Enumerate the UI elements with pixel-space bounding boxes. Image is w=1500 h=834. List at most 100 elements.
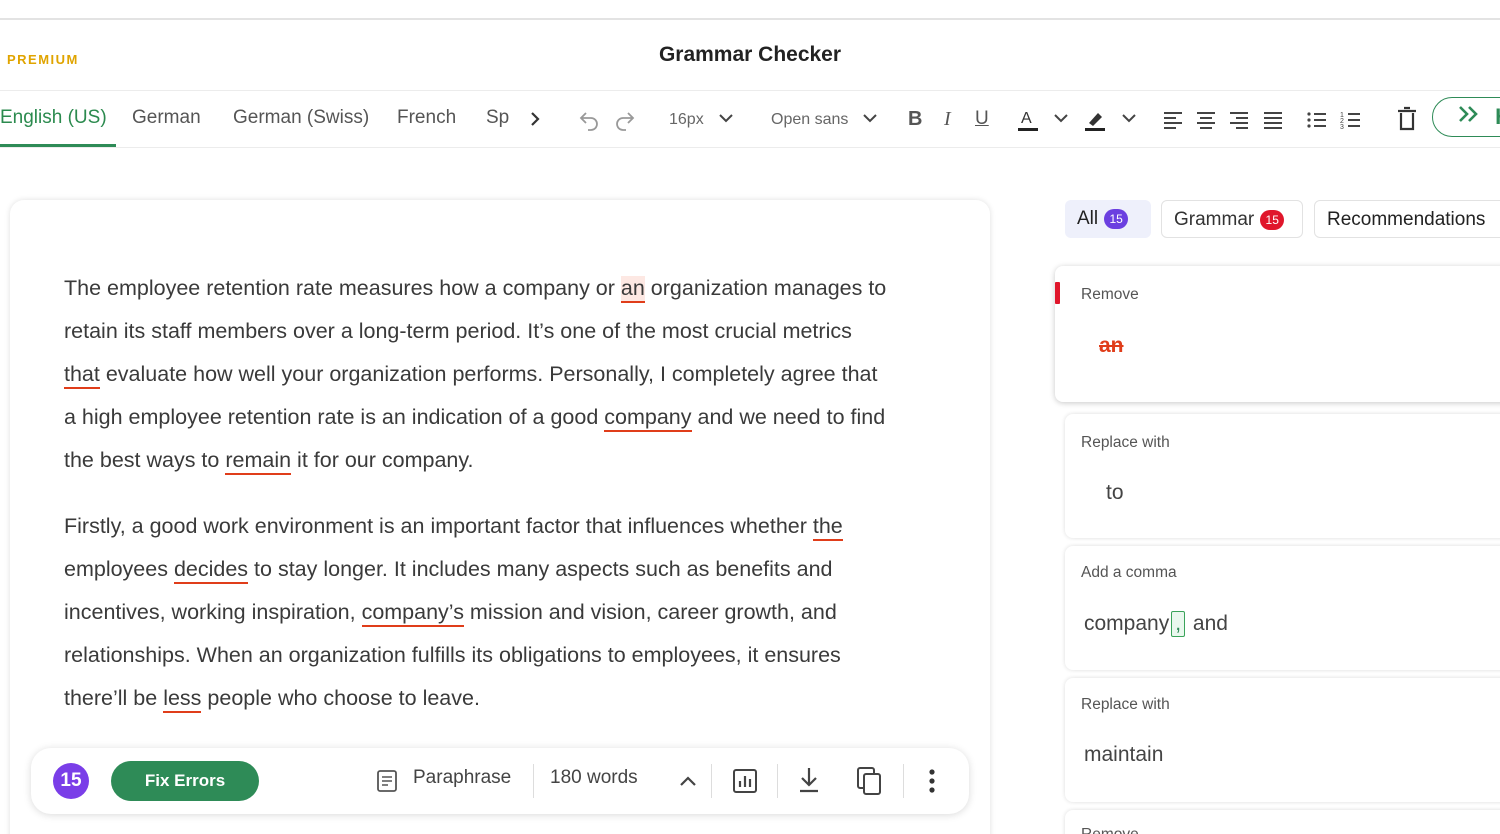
filter-grammar[interactable]: Grammar 15 — [1161, 200, 1303, 238]
text-segment: The employee retention rate measures how… — [64, 276, 621, 300]
text-segment: evaluate how well your organization perf… — [99, 362, 878, 386]
trash-icon[interactable] — [1396, 106, 1418, 132]
align-right-icon[interactable] — [1228, 110, 1250, 130]
text-segment: organization manages to — [644, 276, 887, 300]
text-segment: people who choose to leave. — [201, 686, 480, 710]
text-line[interactable]: the best ways to remain it for our compa… — [64, 439, 944, 482]
page-title: Grammar Checker — [658, 43, 842, 66]
text-line[interactable]: that evaluate how well your organization… — [64, 353, 944, 396]
bold-icon[interactable]: B — [908, 109, 922, 129]
suggestion-card-remove[interactable]: Remove an — [1055, 266, 1500, 402]
fix-errors-button[interactable]: Fix Errors — [111, 761, 259, 801]
text-line[interactable]: a high employee retention rate is an ind… — [64, 396, 944, 439]
align-center-icon[interactable] — [1195, 110, 1217, 130]
error-flag — [1055, 282, 1060, 304]
font-size-chevron-down-icon[interactable] — [718, 113, 734, 125]
suggestion-value[interactable]: company, and — [1084, 611, 1228, 637]
paraphrase-button[interactable]: Paraphrase — [413, 767, 511, 789]
active-tab-indicator — [0, 144, 116, 147]
text-segment: to stay longer. It includes many aspects… — [248, 557, 833, 581]
flagged-word[interactable]: less — [163, 686, 202, 713]
top-divider — [0, 18, 1500, 20]
text-color-chevron-down-icon[interactable] — [1053, 113, 1069, 125]
editor-toolbar: English (US) German German (Swiss) Frenc… — [0, 90, 1500, 148]
flagged-word[interactable]: that — [64, 362, 100, 389]
undo-icon[interactable] — [578, 109, 600, 131]
text-segment: mission and vision, career growth, and — [463, 600, 837, 624]
copy-icon[interactable] — [855, 766, 883, 802]
italic-icon[interactable]: I — [944, 109, 951, 129]
inserted-comma: , — [1171, 611, 1186, 637]
paraphrase-icon — [375, 768, 399, 800]
text-segment: there’ll be — [64, 686, 164, 710]
text-editor[interactable]: The employee retention rate measures how… — [10, 200, 990, 834]
text-segment: relationships. When an organization fulf… — [64, 643, 841, 667]
bullet-list-icon[interactable] — [1306, 110, 1328, 130]
text-segment: a high employee retention rate is an ind… — [64, 405, 605, 429]
filter-recommendations[interactable]: Recommendations — [1314, 200, 1500, 238]
flagged-word[interactable]: the — [812, 514, 843, 541]
divider — [777, 764, 778, 798]
align-left-icon[interactable] — [1162, 110, 1184, 130]
divider — [903, 764, 904, 798]
filter-grammar-count: 15 — [1260, 210, 1285, 230]
flagged-word[interactable]: company — [604, 405, 692, 432]
divider — [533, 764, 534, 798]
tab-french[interactable]: French — [397, 107, 456, 129]
redo-icon[interactable] — [614, 109, 636, 131]
filter-all[interactable]: All 15 — [1065, 200, 1151, 238]
text-line[interactable]: relationships. When an organization fulf… — [64, 634, 944, 677]
statistics-icon[interactable] — [732, 768, 758, 800]
flagged-word[interactable]: decides — [173, 557, 249, 584]
suggestion-label: Remove — [1081, 826, 1139, 834]
text-line[interactable]: The employee retention rate measures how… — [64, 267, 944, 310]
tabs-next-icon[interactable] — [527, 109, 543, 129]
error-count-badge[interactable]: 15 — [53, 763, 89, 799]
font-family-chevron-down-icon[interactable] — [862, 113, 878, 125]
more-options-icon[interactable] — [928, 768, 936, 800]
suggestion-card-add-comma[interactable]: Add a comma company, and — [1065, 546, 1500, 670]
paragraph-1[interactable]: The employee retention rate measures how… — [64, 267, 944, 482]
text-line[interactable]: there’ll be less people who choose to le… — [64, 677, 944, 720]
tab-german-swiss[interactable]: German (Swiss) — [233, 107, 369, 129]
suggestion-value[interactable]: to — [1106, 481, 1124, 505]
text-line[interactable]: retain its staff members over a long-ter… — [64, 310, 944, 353]
svg-text:3: 3 — [1340, 124, 1344, 130]
context-after: and — [1192, 612, 1228, 635]
suggestion-value[interactable]: maintain — [1084, 743, 1163, 767]
text-line[interactable]: employees decides to stay longer. It inc… — [64, 548, 944, 591]
suggestion-card-replace-2[interactable]: Replace with maintain — [1065, 678, 1500, 802]
flagged-word[interactable]: remain — [225, 448, 292, 475]
highlight-color-icon[interactable] — [1083, 107, 1107, 133]
download-icon[interactable] — [796, 766, 822, 800]
text-segment: Firstly, a good work environment is an i… — [64, 514, 813, 538]
text-color-icon[interactable]: A — [1016, 107, 1040, 133]
tab-german[interactable]: German — [132, 107, 201, 129]
suggestion-value: an — [1099, 334, 1124, 358]
humanize-label: H — [1495, 104, 1500, 129]
tab-spanish[interactable]: Sp — [486, 107, 509, 129]
suggestion-label: Remove — [1081, 286, 1139, 303]
underline-icon[interactable]: U — [975, 109, 989, 128]
font-family-select[interactable]: Open sans — [771, 111, 848, 129]
tab-english-us[interactable]: English (US) — [0, 107, 107, 129]
text-line[interactable]: Firstly, a good work environment is an i… — [64, 505, 944, 548]
humanize-button[interactable]: H — [1432, 97, 1500, 137]
filter-all-count: 15 — [1104, 209, 1129, 229]
text-segment: the best ways to — [64, 448, 226, 472]
text-line[interactable]: incentives, working inspiration, company… — [64, 591, 944, 634]
suggestion-card-replace[interactable]: Replace with to — [1065, 414, 1500, 538]
highlight-chevron-down-icon[interactable] — [1121, 113, 1137, 125]
flagged-word[interactable]: an — [620, 276, 645, 303]
align-justify-icon[interactable] — [1262, 110, 1284, 130]
suggestion-label: Replace with — [1081, 434, 1170, 451]
paragraph-2[interactable]: Firstly, a good work environment is an i… — [64, 505, 944, 720]
suggestion-card-remove-2[interactable]: Remove — [1065, 810, 1500, 834]
flagged-word[interactable]: company’s — [361, 600, 464, 627]
font-size-select[interactable]: 16px — [669, 111, 704, 129]
double-chevron-right-icon — [1457, 99, 1483, 135]
numbered-list-icon[interactable]: 123 — [1340, 110, 1362, 130]
suggestion-label: Replace with — [1081, 696, 1170, 713]
removed-text: an — [1099, 334, 1124, 357]
chevron-up-icon[interactable] — [679, 772, 697, 794]
